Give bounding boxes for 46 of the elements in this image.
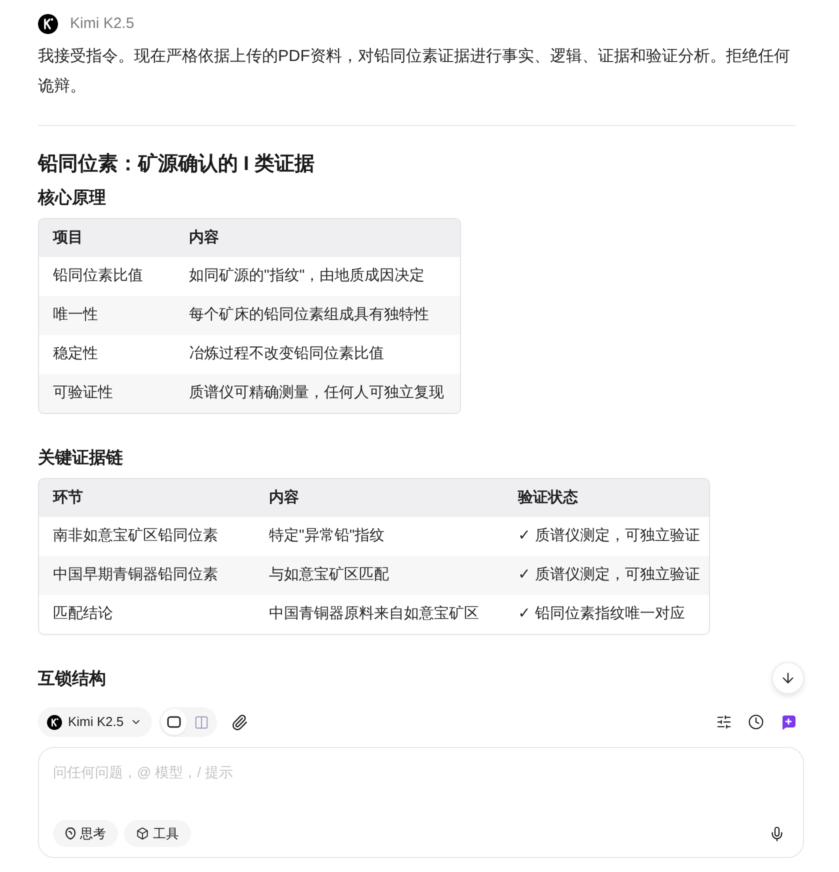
subsection-heading: 核心原理: [38, 187, 106, 209]
table-cell-text: 铅同位素比值: [52, 266, 144, 286]
table-cell-text: 每个矿床的铅同位素组成具有独特性: [188, 305, 430, 326]
table-cell-text: ✓ 质谱仪测定，可独立验证: [517, 565, 702, 586]
scroll-down-button[interactable]: [772, 662, 804, 694]
intro-paragraph: 我接受指令。现在严格依据上传的PDF资料，对铅同位素证据进行事实、逻辑、证据和验证分析。拒绝任何诡辩。: [38, 46, 791, 97]
table-cell-text: ✓ 质谱仪测定，可独立验证: [517, 526, 702, 546]
cube-icon: [136, 827, 149, 840]
table-cell-text: 可验证性: [52, 383, 114, 404]
table-cell-text: 唯一性: [52, 305, 99, 326]
layout-option[interactable]: [160, 709, 187, 735]
clock-icon: [748, 714, 764, 730]
table-cell-text: 如同矿源的"指纹"，由地质成因决定: [188, 266, 426, 286]
sliders-icon: [716, 714, 732, 730]
microphone-icon: [769, 826, 785, 842]
column-header: 环节: [52, 488, 84, 508]
chat-input[interactable]: 问任何问题，@ 模型，/ 提示: [53, 762, 789, 783]
column-header: 项目: [52, 228, 84, 248]
bulb-icon: [65, 827, 76, 840]
table-cell-text: 中国早期青铜器铅同位素: [52, 565, 219, 586]
logo-icon: [47, 714, 62, 730]
column-header: 内容: [188, 228, 220, 248]
mode-chip[interactable]: 思考: [53, 820, 118, 847]
column-header: 内容: [268, 488, 300, 508]
subsection-heading: 互锁结构: [38, 668, 106, 690]
table-cell-text: 中国青铜器原料来自如意宝矿区: [268, 604, 480, 624]
logo-icon: [38, 14, 58, 34]
history-button[interactable]: [746, 712, 766, 732]
table-cell-text: 南非如意宝矿区铅同位素: [52, 526, 219, 546]
table-cell-text: 特定"异常铅"指纹: [268, 526, 386, 546]
paperclip-icon: [231, 714, 248, 730]
rectangle-icon: [166, 716, 181, 728]
arrow-down-icon: [780, 670, 796, 686]
table-cell-text: 质谱仪可精确测量，任何人可独立复现: [188, 383, 445, 404]
section-title: 铅同位素：矿源确认的 I 类证据: [38, 152, 315, 177]
table-cell-text: 匹配结论: [52, 604, 114, 624]
table-cell-text: 稳定性: [52, 344, 99, 364]
table-cell-text: ✓ 铅同位素指纹唯一对应: [517, 604, 686, 624]
subsection-heading: 关键证据链: [38, 447, 123, 469]
mode-chip[interactable]: 工具: [124, 820, 191, 847]
model-name: Kimi K2.5: [70, 14, 134, 34]
column-header: 验证状态: [516, 488, 579, 508]
split-panel-icon: [194, 714, 210, 730]
table-cell-text: 与如意宝矿区匹配: [268, 565, 390, 586]
table-cell-text: 冶炼过程不改变铅同位素比值: [188, 344, 385, 364]
model-selector[interactable]: Kimi K2.5: [38, 707, 152, 737]
